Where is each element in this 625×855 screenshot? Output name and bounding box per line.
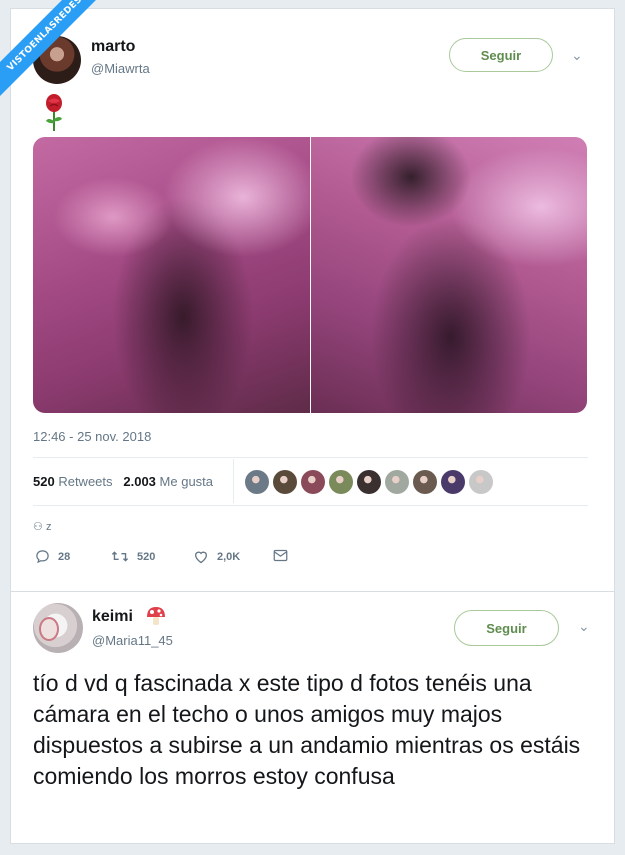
avatar[interactable] [33,603,83,653]
people-icon: ⚇ [33,521,43,533]
engagement-stats: 520 Retweets 2.003 Me gusta [33,474,213,489]
divider [33,505,588,506]
quote-indicator-text: z [45,521,52,533]
liker-avatar[interactable] [385,470,409,494]
retweet-action[interactable]: 520 [111,549,155,564]
divider [33,457,588,458]
retweet-count: 520 [137,550,156,563]
tweet-card-2: keimi @Maria11_45 Seguir ⌄ tío d vd q fa… [10,591,615,844]
follow-button[interactable]: Seguir [454,610,559,646]
liker-avatar[interactable] [469,470,493,494]
liker-avatar[interactable] [329,470,353,494]
tweet-photo-2[interactable] [311,137,587,413]
liker-avatar[interactable] [441,470,465,494]
liker-avatar[interactable] [245,470,269,494]
retweets-label[interactable]: Retweets [58,474,112,489]
mail-icon[interactable] [273,549,288,562]
liker-avatar[interactable] [357,470,381,494]
reply-count: 28 [58,550,71,563]
follow-button[interactable]: Seguir [449,38,553,72]
quote-indicator: ⚇ z [33,520,51,533]
chevron-down-icon[interactable]: ⌄ [578,618,590,635]
reply-action[interactable]: 28 [35,549,70,564]
heart-icon[interactable] [193,549,209,564]
retweet-icon[interactable] [111,549,129,564]
liker-avatar[interactable] [273,470,297,494]
likes-label[interactable]: Me gusta [160,474,213,489]
retweets-count[interactable]: 520 [33,474,55,489]
author-name[interactable]: keimi [92,608,133,626]
watermark-ribbon: VISTOENLASREDES [0,0,120,120]
liker-avatar[interactable] [413,470,437,494]
tweet-photo-1[interactable] [33,137,310,413]
message-action[interactable] [273,549,296,562]
like-count: 2,0K [217,550,241,563]
chevron-down-icon[interactable]: ⌄ [571,47,583,64]
stats-divider [233,459,234,503]
tweet-timestamp[interactable]: 12:46 - 25 nov. 2018 [33,429,151,444]
tweet-text: tío d vd q fascinada x este tipo d fotos… [33,670,581,789]
author-handle[interactable]: @Maria11_45 [92,633,173,648]
mushroom-emoji-icon [147,607,165,625]
like-action[interactable]: 2,0K [193,549,240,564]
likes-count[interactable]: 2.003 [123,474,156,489]
liker-avatars [245,470,497,494]
watermark-text: VISTOENLASREDES [0,0,114,103]
liker-avatar[interactable] [301,470,325,494]
reply-icon[interactable] [35,549,50,564]
